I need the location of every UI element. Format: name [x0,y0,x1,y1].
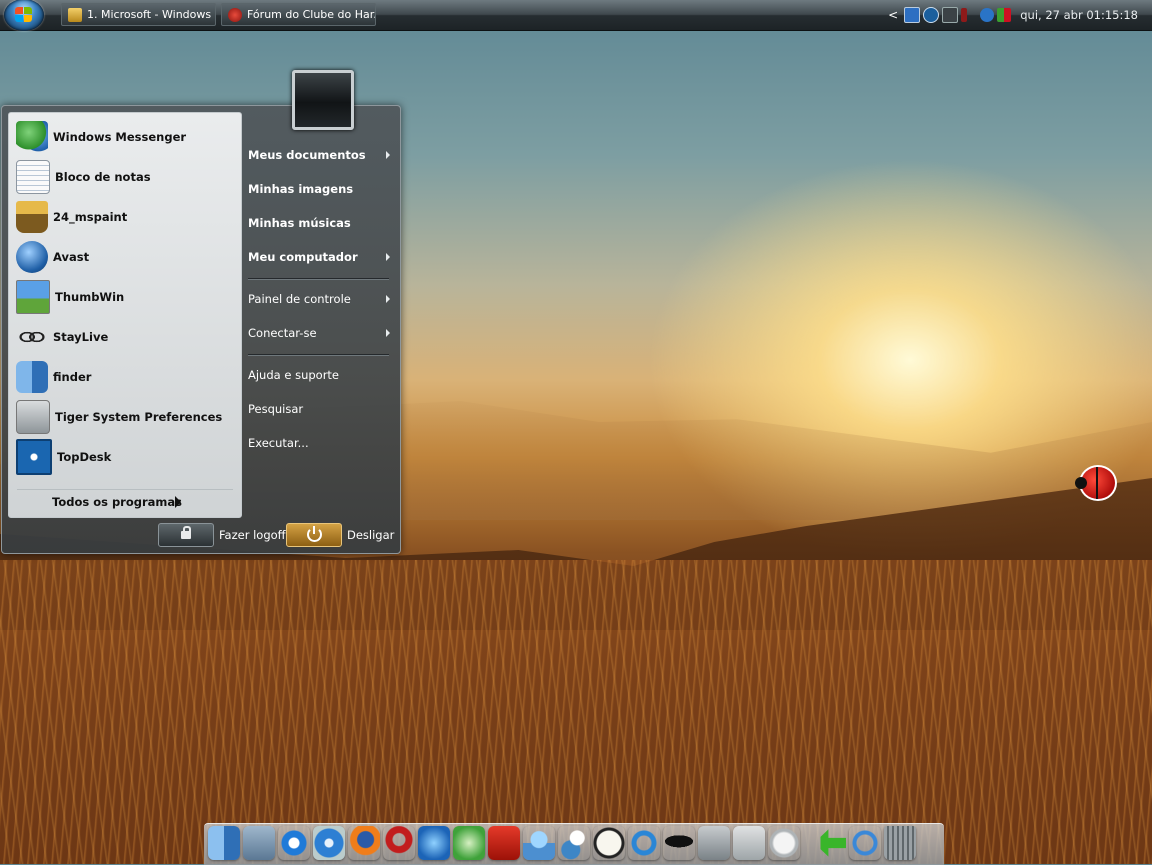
system-tray: < qui, 27 abr 01:15:18 [888,0,1152,30]
chat-icon[interactable] [558,826,590,860]
grass-field [0,560,1152,864]
shutdown-button[interactable] [286,523,342,547]
back-arrow-icon[interactable] [814,829,846,857]
safari-icon[interactable] [313,826,345,860]
places-minhas-musicas[interactable]: Minhas músicas [248,216,351,230]
network-icon[interactable] [628,826,660,860]
taskbar-window-button[interactable]: Fórum do Clube do Har... [221,3,376,26]
help-executar[interactable]: Executar... [248,436,309,450]
thumbwin-icon [16,280,50,314]
program-topdesk[interactable]: TopDesk [16,439,111,475]
taskbar: 1. Microsoft - Windows ... Fórum do Club… [0,0,1152,31]
phone-tray-icon[interactable] [942,7,959,23]
program-label: TopDesk [57,450,112,464]
program-bloco-de-notas[interactable]: Bloco de notas [16,159,151,195]
avast-icon [16,241,48,273]
program-label: ThumbWin [55,290,125,304]
firefox-icon[interactable] [348,826,380,860]
all-programs-button[interactable]: Todos os programas [52,495,182,509]
system-preferences-icon[interactable] [733,826,765,860]
start-button[interactable] [4,0,44,31]
shutdown-label[interactable]: Desligar [347,528,394,542]
dock-icons [208,826,916,860]
system-preferences-icon [16,400,50,434]
logoff-button[interactable] [158,523,214,547]
messenger-icon [16,121,48,153]
finder-icon [16,361,48,393]
places-minhas-imagens[interactable]: Minhas imagens [248,182,353,196]
arrow-right-icon [175,496,181,508]
dock-separator [803,826,811,860]
tray-expand-icon[interactable]: < [888,8,898,22]
program-finder[interactable]: finder [16,359,91,395]
notepad-icon [16,160,50,194]
messenger-icon[interactable] [523,826,555,860]
finder-icon[interactable] [208,826,240,860]
clock-icon[interactable] [593,826,625,860]
messenger-tray-icon[interactable] [923,7,940,23]
program-label: Bloco de notas [55,170,151,184]
battery-tray-icon[interactable] [997,8,1012,22]
program-thumbwin[interactable]: ThumbWin [16,279,124,315]
folder-icon[interactable] [243,826,275,860]
trash-icon[interactable] [884,826,916,860]
menu-divider [248,354,389,356]
program-avast[interactable]: Avast [16,239,89,275]
clock[interactable]: qui, 27 abr 01:15:18 [1020,8,1138,22]
user-picture[interactable] [292,70,354,130]
program-mspaint[interactable]: 24_mspaint [16,199,127,235]
spy-icon[interactable] [663,826,695,860]
pinned-programs-pane: Windows Messenger Bloco de notas 24_mspa… [8,112,242,518]
program-label: finder [53,370,92,384]
ladybug-icon[interactable] [1075,465,1117,501]
system-painel-de-controle[interactable]: Painel de controle [248,292,351,306]
itunes-icon[interactable] [453,826,485,860]
window-icon [68,7,82,22]
taskbar-window-label: 1. Microsoft - Windows ... [87,8,216,21]
help-ajuda-e-suporte[interactable]: Ajuda e suporte [248,368,339,382]
program-label: Windows Messenger [53,130,187,144]
program-label: 24_mspaint [53,210,128,224]
program-windows-messenger[interactable]: Windows Messenger [16,119,186,155]
places-meu-computador[interactable]: Meu computador [248,250,358,264]
avast-tray-icon[interactable] [980,8,995,22]
windows-flag-icon [15,7,33,23]
taskbar-window-label: Fórum do Clube do Har... [247,8,376,21]
program-label: StayLive [53,330,109,344]
places-meus-documentos[interactable]: Meus documentos [248,148,366,162]
paint-icon [16,201,48,233]
submenu-arrow-icon [386,253,390,261]
taskbar-window-button[interactable]: 1. Microsoft - Windows ... [61,3,216,26]
submenu-arrow-icon [386,295,390,303]
help-pesquisar[interactable]: Pesquisar [248,402,303,416]
internet-explorer-icon[interactable] [278,826,310,860]
volume-tray-icon[interactable] [961,8,968,22]
all-programs-divider [17,489,233,490]
forum-icon [228,7,242,22]
program-staylive[interactable]: StayLive [16,319,108,355]
power-icon[interactable] [849,826,881,860]
media-player-icon[interactable] [418,826,450,860]
chain-link-icon [16,321,48,353]
logoff-label[interactable]: Fazer logoff [219,528,286,542]
submenu-arrow-icon [386,151,390,159]
menu-divider [248,278,389,280]
apple-icon[interactable] [768,826,800,860]
program-label: Tiger System Preferences [55,410,223,424]
topdesk-icon [16,439,52,475]
hard-drive-icon[interactable] [698,826,730,860]
system-conectar-se[interactable]: Conectar-se [248,326,317,340]
magnet-icon[interactable] [383,826,415,860]
submenu-arrow-icon [386,329,390,337]
program-label: Avast [53,250,90,264]
program-tiger-system-preferences[interactable]: Tiger System Preferences [16,399,222,435]
network-tray-icon[interactable] [904,7,921,23]
zonealarm-icon[interactable] [488,826,520,860]
